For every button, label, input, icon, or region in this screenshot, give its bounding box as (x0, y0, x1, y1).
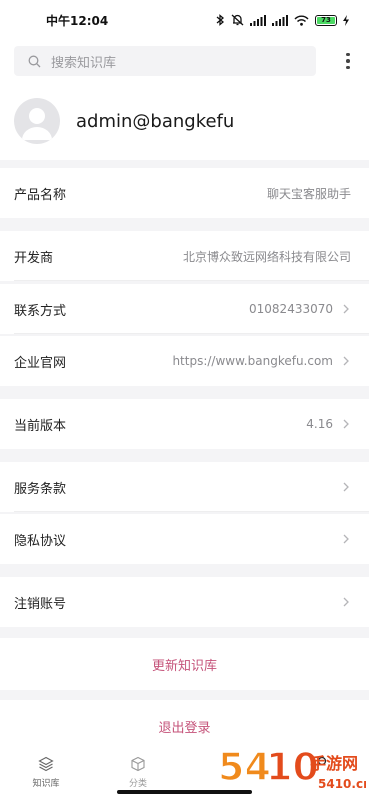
status-time: 中午12:04 (46, 13, 109, 28)
chevron-right-icon (341, 419, 351, 429)
chevron-right-icon (341, 356, 351, 366)
row-label: 服务条款 (14, 481, 67, 497)
svg-text:手游网: 手游网 (310, 754, 358, 773)
watermark-logo: 54 10 手游网 5410.cn (217, 744, 366, 791)
chevron-right-icon (341, 534, 351, 544)
battery-level: 73 (321, 16, 331, 24)
row-value: 聊天宝客服助手 (266, 186, 351, 201)
avatar (14, 98, 60, 144)
row-label: 隐私协议 (14, 533, 67, 549)
row-label: 产品名称 (14, 187, 67, 203)
row-value: 4.16 (306, 417, 333, 431)
layers-icon (38, 756, 54, 772)
nav-label: 知识库 (32, 779, 60, 789)
row-terms[interactable]: 服务条款 (0, 462, 369, 512)
row-value: 北京博众致远网络科技有限公司 (182, 249, 351, 264)
row-label: 联系方式 (14, 303, 67, 319)
row-product-name: 产品名称 聊天宝客服助手 (0, 168, 369, 218)
profile-name: admin@bangkefu (76, 110, 235, 132)
profile-header[interactable]: admin@bangkefu (0, 82, 369, 160)
svg-text:54: 54 (218, 745, 271, 789)
user-icon (22, 108, 52, 140)
row-cancel-account[interactable]: 注销账号 (0, 577, 369, 627)
row-value: 01082433070 (249, 302, 333, 316)
chevron-right-icon (341, 482, 351, 492)
row-developer: 开发商 北京博众致远网络科技有限公司 (0, 231, 369, 281)
top-bar: 搜索知识库 (0, 40, 369, 82)
search-input[interactable]: 搜索知识库 (14, 46, 316, 76)
status-icons: 73 (216, 14, 349, 26)
row-label: 当前版本 (14, 418, 67, 434)
wifi-icon (294, 15, 309, 26)
nav-item-knowledge-base[interactable]: 知识库 (0, 748, 92, 800)
row-label: 企业官网 (14, 355, 67, 371)
update-knowledge-base-button[interactable]: 更新知识库 (0, 638, 369, 690)
cube-icon (131, 756, 145, 772)
nav-label: 分类 (128, 779, 147, 789)
signal-icon (250, 14, 266, 26)
screen: 中午12:04 73 搜索知识库 admin@bangkefu 产品名称 聊天宝… (0, 0, 369, 800)
search-placeholder: 搜索知识库 (51, 55, 117, 71)
row-value: https://www.bangkefu.com (172, 354, 333, 368)
mute-icon (231, 14, 244, 26)
svg-text:5410.cn: 5410.cn (318, 777, 366, 791)
charging-icon (343, 14, 349, 26)
row-contact[interactable]: 联系方式 01082433070 (0, 284, 369, 334)
chevron-right-icon (341, 597, 351, 607)
search-icon (28, 55, 41, 67)
chevron-right-icon (341, 304, 351, 314)
row-version[interactable]: 当前版本 4.16 (0, 399, 369, 449)
row-label: 开发商 (14, 250, 54, 266)
more-menu-button[interactable] (341, 48, 355, 74)
status-bar: 中午12:04 73 (0, 0, 369, 40)
row-website[interactable]: 企业官网 https://www.bangkefu.com (0, 336, 369, 386)
battery-icon: 73 (315, 14, 337, 26)
row-label: 注销账号 (14, 596, 67, 612)
signal-hd-icon (272, 14, 288, 26)
row-privacy[interactable]: 隐私协议 (0, 514, 369, 564)
bluetooth-icon (216, 14, 225, 26)
